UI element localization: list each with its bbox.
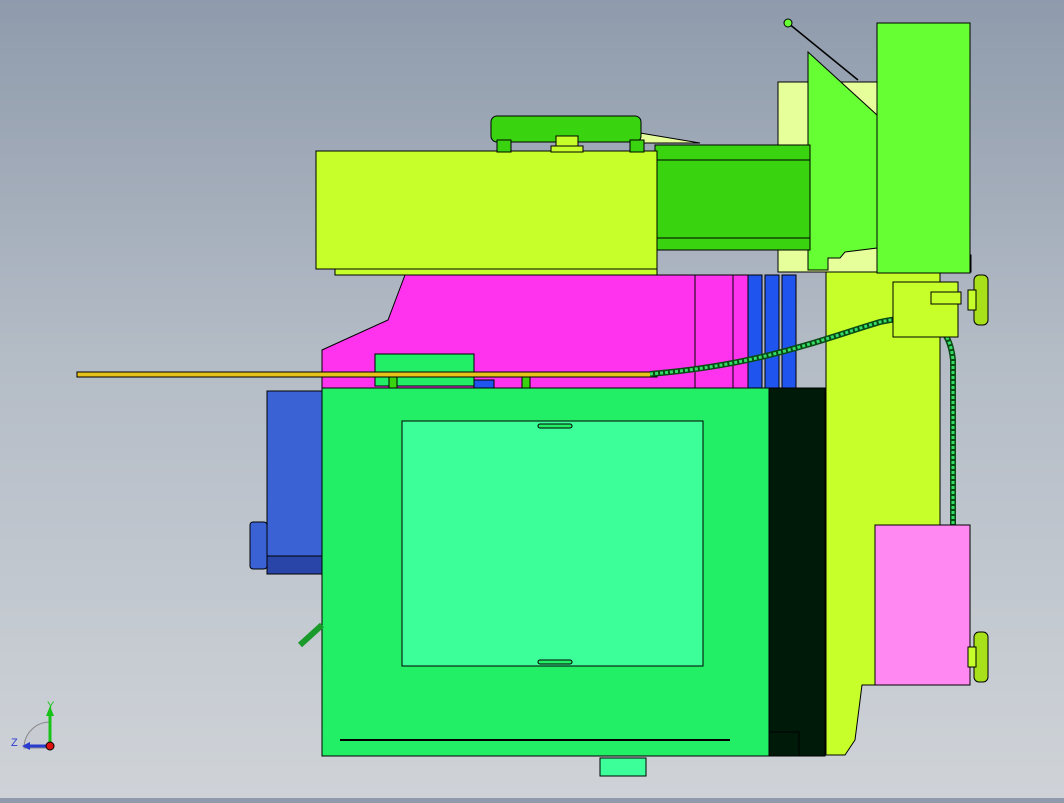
top-cap-base [550, 145, 584, 153]
connector-pin [930, 291, 962, 305]
cad-model[interactable]: Y Z [0, 0, 1064, 798]
post-blue [473, 379, 495, 389]
panel-bottom-slot [537, 659, 573, 665]
antenna-tip [783, 18, 793, 28]
panel-top-slot [537, 423, 573, 429]
motor-head-base [334, 268, 658, 276]
magenta-step [694, 274, 749, 389]
blue-fin [747, 274, 763, 389]
blue-fin [764, 274, 780, 389]
main-body-dark-side [768, 387, 826, 757]
knob-bottom-stem [967, 646, 977, 668]
knob-top-stem [967, 289, 977, 311]
post [388, 375, 398, 389]
blue-fin [781, 274, 797, 389]
top-handle-post [629, 139, 645, 153]
top-cap [555, 135, 579, 147]
lever[interactable] [297, 622, 325, 648]
orientation-triad[interactable]: Y Z [11, 700, 55, 751]
triad-z-label: Z [11, 737, 18, 749]
long-rod[interactable] [76, 371, 658, 378]
side-motor-base [266, 555, 323, 575]
cad-viewport[interactable]: Y Z [0, 0, 1064, 798]
top-right-plate[interactable] [876, 22, 971, 274]
connector-box[interactable] [892, 281, 959, 338]
wedge-piece [639, 132, 701, 144]
triad-x-dot [45, 741, 55, 751]
dark-corner [768, 731, 800, 757]
top-handle-post [496, 139, 512, 153]
side-motor[interactable] [266, 390, 323, 557]
pink-box[interactable] [874, 524, 971, 686]
front-panel[interactable] [401, 420, 704, 667]
post [521, 375, 531, 389]
bottom-tab [599, 757, 647, 777]
arm-bar[interactable] [654, 144, 811, 251]
triad-y-label: Y [47, 700, 55, 712]
motor-head[interactable] [315, 150, 658, 270]
side-motor-cap [249, 521, 268, 570]
